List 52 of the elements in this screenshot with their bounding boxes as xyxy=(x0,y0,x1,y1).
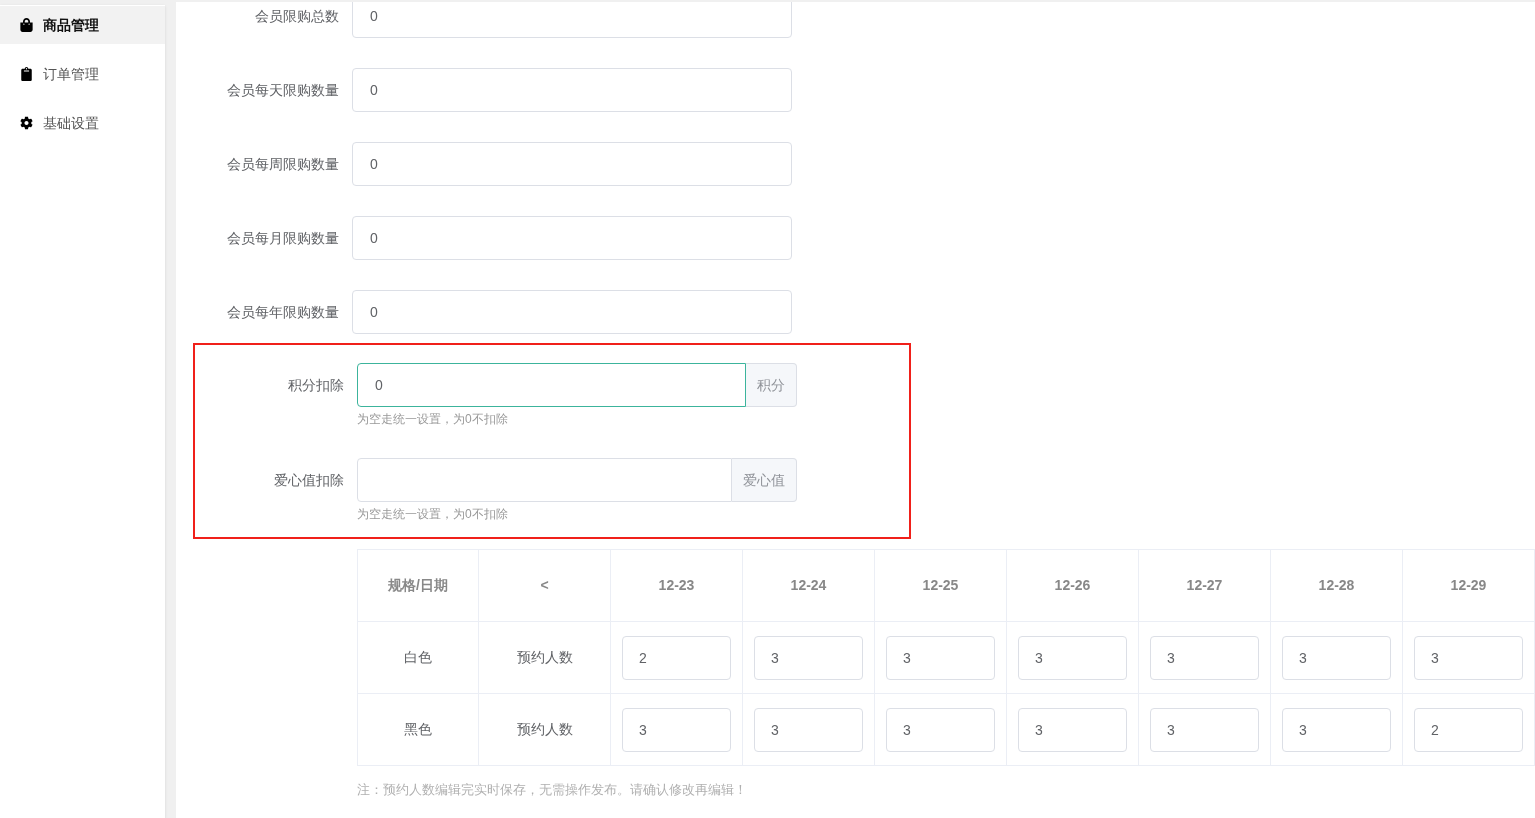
field-label: 会员每天限购数量 xyxy=(226,80,340,100)
input-field[interactable]: 0 xyxy=(352,216,792,260)
input-field[interactable]: 3 xyxy=(1282,707,1391,752)
input-field[interactable]: 3 xyxy=(1414,635,1523,680)
column-header: 规格/日期 xyxy=(357,549,479,622)
hint-text: 为空走统一设置，为0不扣除 xyxy=(357,506,509,523)
column-header[interactable]: < xyxy=(478,549,611,622)
input-addon: 积分 xyxy=(746,363,797,407)
input-field[interactable]: 3 xyxy=(754,635,863,680)
table-cell: 预约人数 xyxy=(478,693,611,766)
input-field[interactable]: 3 xyxy=(1018,707,1127,752)
sidebar-item[interactable]: 商品管理 xyxy=(0,6,165,44)
field-label: 会员每周限购数量 xyxy=(226,154,340,174)
settings-icon xyxy=(20,116,33,130)
field-label: 会员每月限购数量 xyxy=(226,228,340,248)
input-field[interactable]: 0 xyxy=(352,142,792,186)
field-label: 爱心值扣除 xyxy=(273,470,345,490)
input-field[interactable]: 0 xyxy=(357,363,746,407)
input-field[interactable]: 0 xyxy=(352,2,792,38)
table-cell: 黑色 xyxy=(357,693,479,766)
input-field[interactable]: 3 xyxy=(1150,707,1259,752)
column-header: 12-28 xyxy=(1270,549,1403,622)
column-header: 12-29 xyxy=(1402,549,1535,622)
note-text: 注：预约人数编辑完实时保存，无需操作发布。请确认修改再编辑！ xyxy=(357,781,748,799)
input-addon: 爱心值 xyxy=(732,458,797,502)
column-header: 12-24 xyxy=(742,549,875,622)
bag-icon xyxy=(20,18,33,32)
input-field[interactable]: 3 xyxy=(886,635,995,680)
input-field[interactable]: 3 xyxy=(754,707,863,752)
sidebar-item[interactable]: 订单管理 xyxy=(0,55,165,93)
input-field[interactable]: 2 xyxy=(1414,707,1523,752)
sidebar-item[interactable]: 基础设置 xyxy=(0,104,165,142)
input-field[interactable]: 2 xyxy=(622,635,731,680)
input-field[interactable]: 3 xyxy=(1150,635,1259,680)
hint-text: 为空走统一设置，为0不扣除 xyxy=(357,411,509,428)
field-label: 会员每年限购数量 xyxy=(226,302,340,322)
table-cell: 预约人数 xyxy=(478,621,611,694)
column-header: 12-23 xyxy=(610,549,743,622)
clipboard-icon xyxy=(20,67,33,81)
input-field[interactable]: 3 xyxy=(1018,635,1127,680)
input-field[interactable]: 0 xyxy=(352,68,792,112)
input-field[interactable]: 3 xyxy=(622,707,731,752)
input-field[interactable]: 0 xyxy=(352,290,792,334)
table-cell: 白色 xyxy=(357,621,479,694)
column-header: 12-27 xyxy=(1138,549,1271,622)
field-label: 会员限购总数 xyxy=(254,6,340,26)
input-field[interactable]: 3 xyxy=(1282,635,1391,680)
column-header: 12-25 xyxy=(874,549,1007,622)
input-field[interactable]: 3 xyxy=(886,707,995,752)
field-label: 积分扣除 xyxy=(287,375,345,395)
column-header: 12-26 xyxy=(1006,549,1139,622)
input-group[interactable]: 0 积分 xyxy=(357,363,797,407)
